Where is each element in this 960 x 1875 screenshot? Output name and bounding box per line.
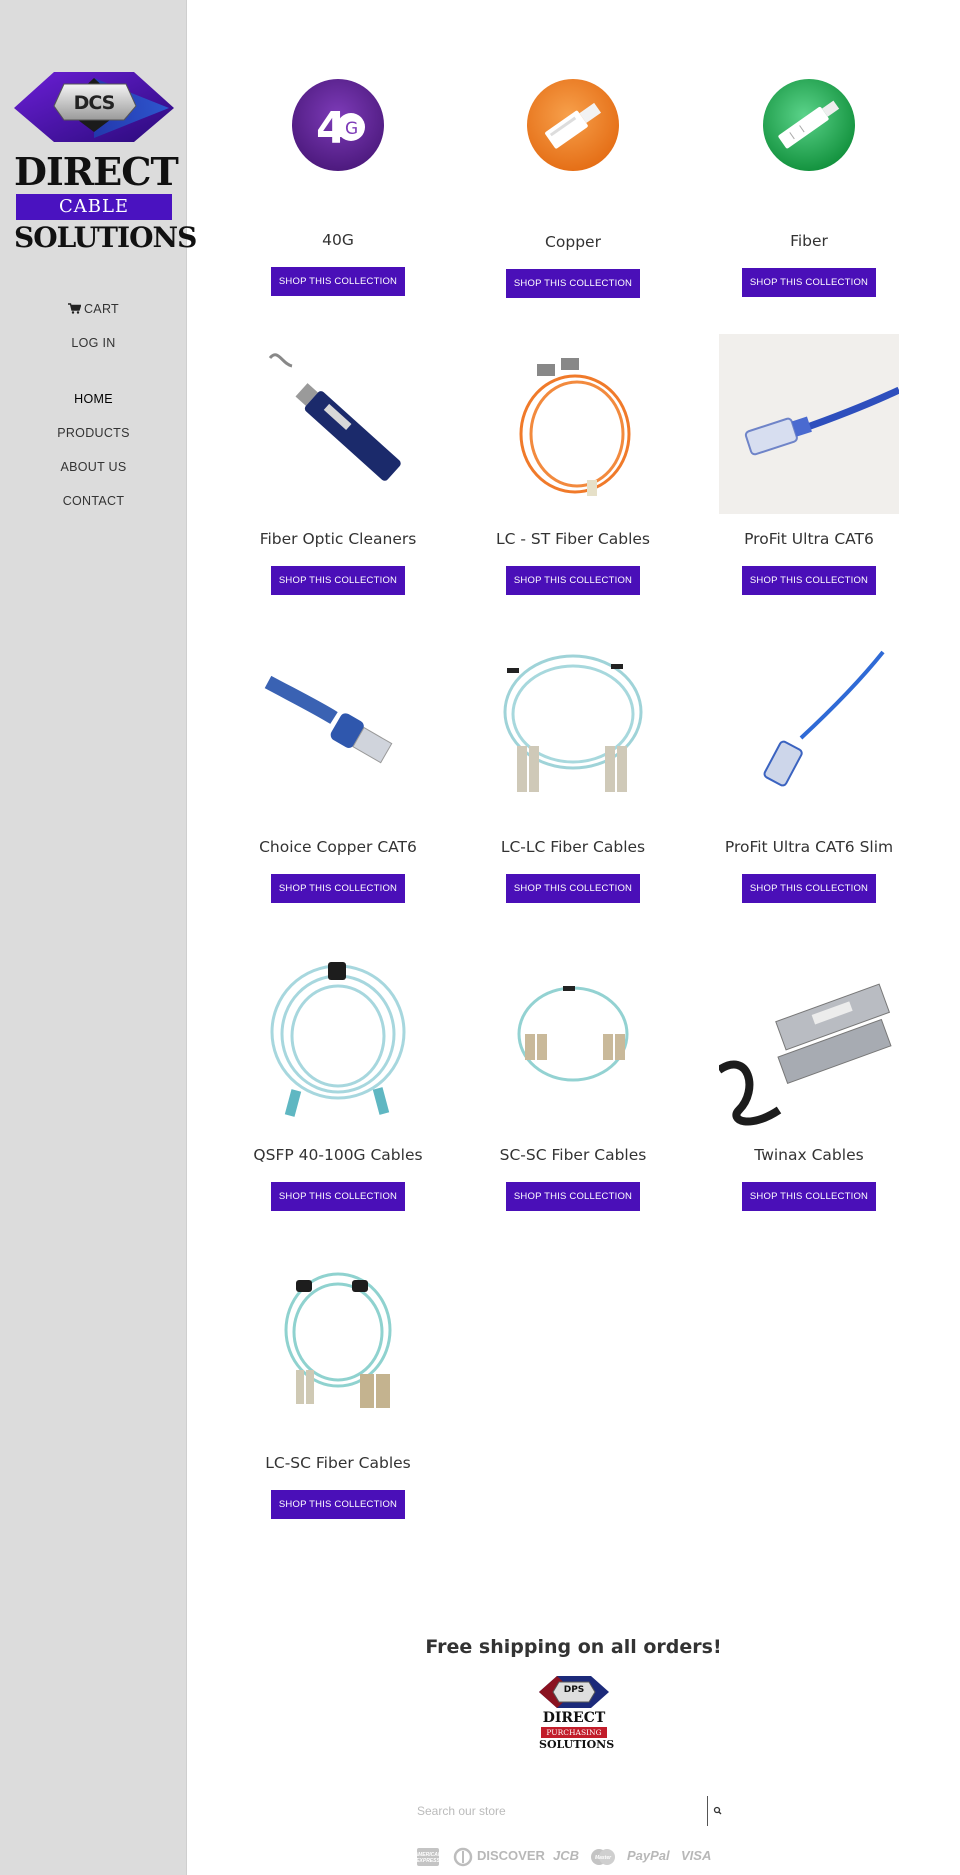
- collection-image-profit-ultra-cat6[interactable]: [719, 334, 899, 514]
- collection-image-qsfp-cables[interactable]: [248, 950, 428, 1130]
- lc-sc-cable-image: [284, 1272, 392, 1408]
- 40g-icon: 4 G: [292, 79, 384, 171]
- shop-collection-button[interactable]: SHOP THIS COLLECTION: [271, 566, 405, 595]
- collection-title[interactable]: Fiber: [699, 232, 919, 250]
- dps-logo-purchasing: PURCHASING: [541, 1727, 607, 1738]
- diners-club-icon: [453, 1844, 473, 1868]
- shop-collection-button[interactable]: SHOP THIS COLLECTION: [271, 1182, 405, 1211]
- cart-icon: [67, 303, 81, 314]
- mastercard-icon: Master: [589, 1844, 617, 1868]
- search-divider: [707, 1796, 708, 1826]
- collection-image-lc-st-fiber[interactable]: [483, 334, 663, 514]
- collection-image-choice-copper-cat6[interactable]: [248, 642, 428, 822]
- collection-title[interactable]: Choice Copper CAT6: [228, 838, 448, 856]
- cart-label: CART: [83, 302, 119, 316]
- paypal-icon: PayPal: [627, 1848, 670, 1863]
- svg-text:EXPRESS: EXPRESS: [417, 1858, 439, 1864]
- collection-image-sc-sc-fiber[interactable]: [483, 950, 663, 1130]
- shop-collection-button[interactable]: SHOP THIS COLLECTION: [742, 874, 876, 903]
- collection-image-lc-sc-fiber[interactable]: [248, 1258, 428, 1438]
- dcs-logo-solutions: SOLUTIONS: [14, 221, 197, 254]
- collection-title[interactable]: ProFit Ultra CAT6 Slim: [699, 838, 919, 856]
- collection-image-copper[interactable]: [483, 37, 663, 217]
- slim-cat6-cable-image: [763, 650, 885, 787]
- mastercard-label: Master: [595, 1855, 612, 1861]
- sidebar: DCS DIRECT CABLE SOLUTIONS CART LOG IN H…: [0, 0, 197, 1875]
- dps-logo-badge: DPS: [563, 1685, 585, 1695]
- collection-title[interactable]: LC-SC Fiber Cables: [228, 1454, 448, 1472]
- amex-icon: AMERICANEXPRESS: [414, 1844, 442, 1868]
- shop-collection-button[interactable]: SHOP THIS COLLECTION: [506, 1182, 640, 1211]
- sc-sc-cable-image: [517, 986, 629, 1082]
- dcs-logo[interactable]: DCS DIRECT CABLE SOLUTIONS: [14, 70, 197, 255]
- shop-collection-button[interactable]: SHOP THIS COLLECTION: [271, 1490, 405, 1519]
- nav-gap: [0, 360, 187, 382]
- blue-copper-cable-image: [264, 675, 393, 764]
- shop-collection-button[interactable]: SHOP THIS COLLECTION: [506, 566, 640, 595]
- collection-title[interactable]: Fiber Optic Cleaners: [228, 530, 448, 548]
- shop-collection-button[interactable]: SHOP THIS COLLECTION: [271, 874, 405, 903]
- collection-title[interactable]: ProFit Ultra CAT6: [699, 530, 919, 548]
- twinax-cable-image: [719, 983, 892, 1126]
- collection-title[interactable]: SC-SC Fiber Cables: [463, 1146, 683, 1164]
- shop-collection-button[interactable]: SHOP THIS COLLECTION: [742, 1182, 876, 1211]
- jcb-icon: JCB: [553, 1848, 580, 1863]
- shop-collection-button[interactable]: SHOP THIS COLLECTION: [742, 566, 876, 595]
- fiber-connector-icon: [763, 79, 855, 171]
- shop-collection-button[interactable]: SHOP THIS COLLECTION: [742, 268, 876, 297]
- blue-cat6-cable-image: [744, 386, 899, 456]
- fiber-cleaner-image: [268, 353, 401, 481]
- collection-title[interactable]: 40G: [228, 231, 448, 249]
- discover-icon: DISCOVER: [477, 1848, 545, 1863]
- dps-logo-solutions: SOLUTIONS: [539, 1738, 615, 1751]
- collection-image-40g[interactable]: 4 G: [248, 35, 428, 215]
- nav-contact[interactable]: CONTACT: [0, 484, 187, 518]
- dps-logo[interactable]: DPS DIRECT PURCHASING SOLUTIONS: [539, 1674, 615, 1754]
- shop-collection-button[interactable]: SHOP THIS COLLECTION: [506, 269, 640, 298]
- collection-image-lc-lc-fiber[interactable]: [483, 642, 663, 822]
- copper-connector-icon: [527, 79, 619, 171]
- orange-fiber-cable-image: [519, 358, 631, 496]
- nav-about-us[interactable]: ABOUT US: [0, 450, 187, 484]
- visa-icon: VISA: [681, 1848, 712, 1863]
- dps-logo-direct: DIRECT: [542, 1710, 606, 1726]
- free-shipping-text: Free shipping on all orders!: [425, 1636, 722, 1658]
- dcs-logo-direct: DIRECT: [14, 149, 179, 194]
- collection-title[interactable]: Copper: [463, 233, 683, 251]
- nav-products[interactable]: PRODUCTS: [0, 416, 187, 450]
- collection-image-profit-ultra-cat6-slim[interactable]: [719, 642, 899, 822]
- shop-collection-button[interactable]: SHOP THIS COLLECTION: [506, 874, 640, 903]
- side-nav: CART LOG IN HOME PRODUCTS ABOUT US CONTA…: [0, 292, 187, 518]
- collection-image-twinax-cables[interactable]: [719, 950, 899, 1130]
- search-form: [417, 1796, 727, 1826]
- nav-home[interactable]: HOME: [0, 382, 187, 416]
- collection-title[interactable]: QSFP 40-100G Cables: [228, 1146, 448, 1164]
- qsfp-cable-image: [270, 962, 406, 1117]
- login-link[interactable]: LOG IN: [0, 326, 187, 360]
- shop-collection-button[interactable]: SHOP THIS COLLECTION: [271, 267, 405, 296]
- svg-text:G: G: [345, 119, 358, 139]
- collection-title[interactable]: LC - ST Fiber Cables: [463, 530, 683, 548]
- collection-title[interactable]: Twinax Cables: [699, 1146, 919, 1164]
- aqua-lc-lc-cable-image: [503, 654, 643, 792]
- dcs-logo-badge: DCS: [73, 92, 116, 114]
- payment-icons: AMERICANEXPRESS DISCOVER JCB Master PayP…: [414, 1844, 737, 1868]
- collection-image-fiber-optic-cleaners[interactable]: [248, 334, 428, 514]
- search-icon[interactable]: [711, 1804, 725, 1818]
- cart-link[interactable]: CART: [0, 292, 187, 326]
- search-input[interactable]: [417, 1796, 697, 1826]
- dcs-logo-cable: CABLE: [16, 194, 172, 220]
- collection-title[interactable]: LC-LC Fiber Cables: [463, 838, 683, 856]
- collection-image-fiber[interactable]: [719, 36, 899, 216]
